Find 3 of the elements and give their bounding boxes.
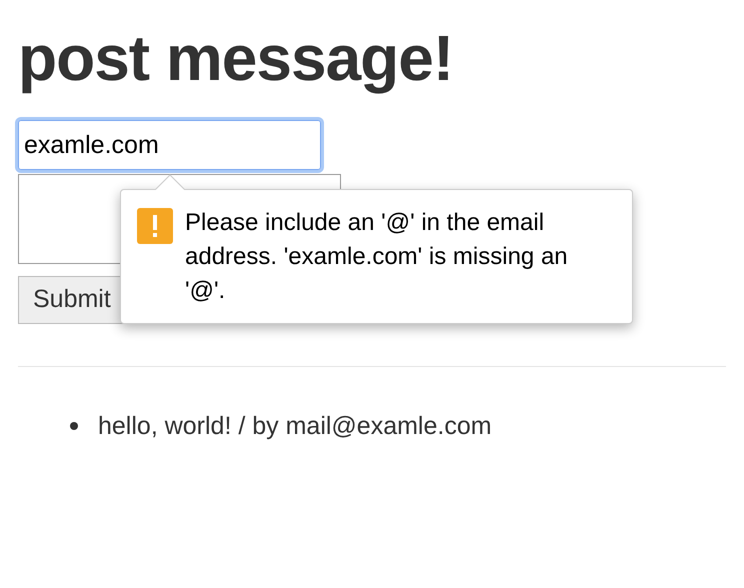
message-item: hello, world! / by mail@examle.com bbox=[98, 411, 492, 441]
tooltip-message: Please include an '@' in the email address. 'examle.com' is missing an '@'. bbox=[185, 208, 569, 306]
page-heading: post message! bbox=[18, 22, 454, 94]
